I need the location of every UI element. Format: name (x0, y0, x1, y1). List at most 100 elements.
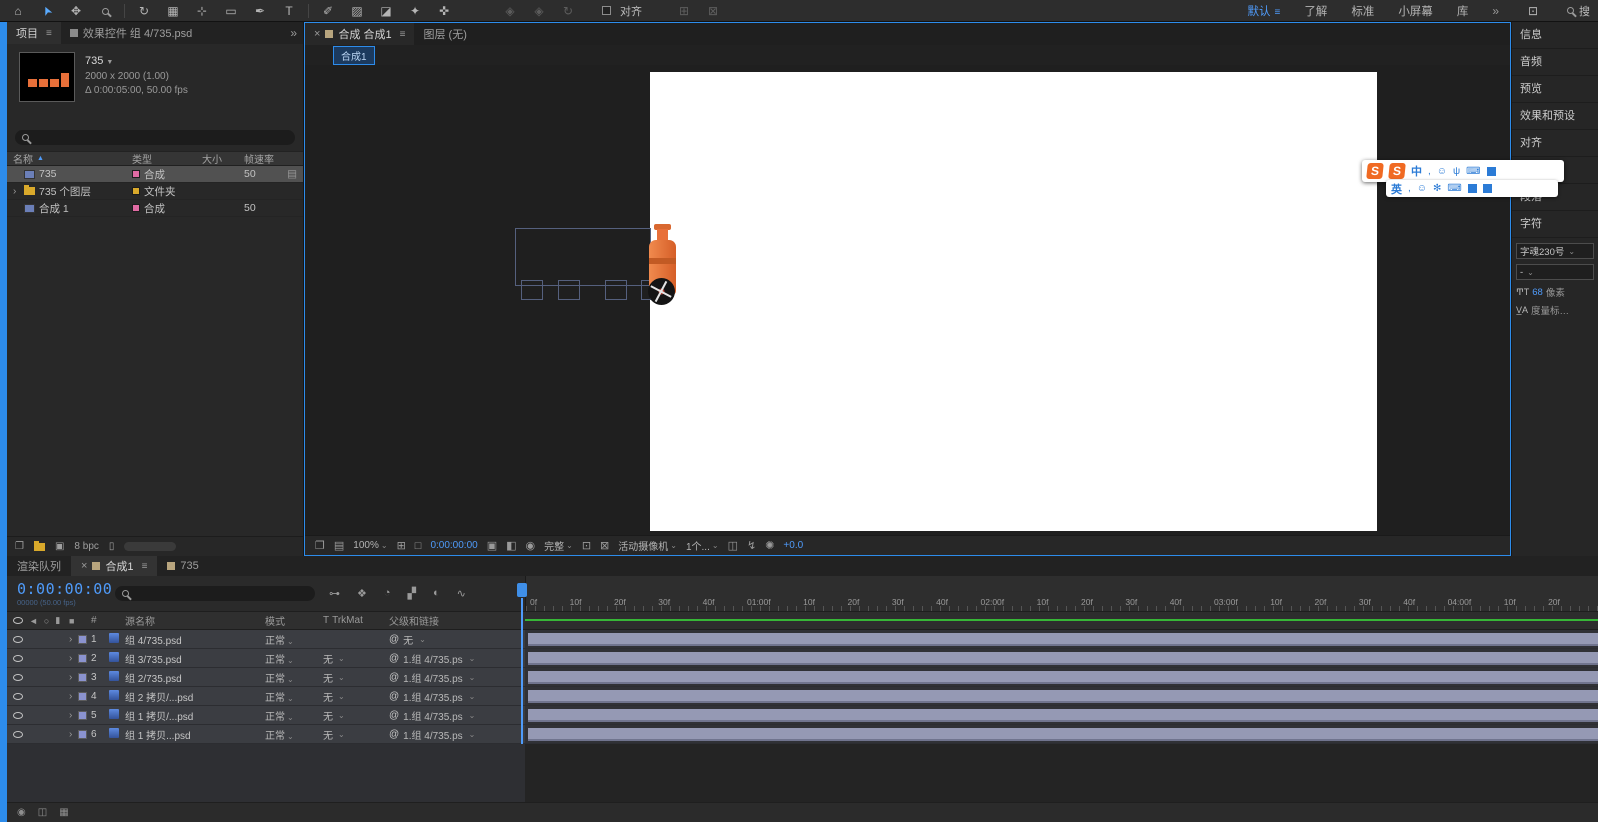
layer-row[interactable]: › 4 组 2 拷贝/...psd 正常⌄ 无⌄ @1.组 4/735.ps⌄ (7, 687, 1598, 706)
eye-toggle[interactable] (13, 693, 23, 700)
home-tool-icon[interactable]: ⌂ (8, 1, 28, 21)
workspace-tab-small-screen[interactable]: 小屏幕 (1398, 3, 1433, 19)
keyboard-icon[interactable]: ⌨ (1466, 166, 1480, 177)
keyboard-icon[interactable]: ⌨ (1447, 183, 1461, 194)
layer-row[interactable]: › 1 组 4/735.psd 正常⌄ @无⌄ (7, 630, 1598, 649)
collapsed-panel-header[interactable]: 预览 (1512, 76, 1598, 103)
train-wireframe-wheelbox[interactable] (558, 280, 580, 300)
layer-track[interactable] (525, 725, 1598, 743)
layer-label-swatch[interactable] (78, 730, 87, 739)
panel-menu-icon[interactable]: ≡ (400, 29, 406, 40)
mode-dropdown[interactable]: 正常⌄ (265, 651, 323, 666)
collapsed-panel-header[interactable]: 对齐 (1512, 130, 1598, 157)
layer-label-swatch[interactable] (78, 654, 87, 663)
layer-duration-bar[interactable] (528, 690, 1598, 703)
tab-project[interactable]: 项目 ≡ (7, 22, 61, 44)
current-time-indicator[interactable] (521, 598, 523, 744)
font-family-dropdown[interactable]: 字魂230号 ⌄ (1516, 243, 1594, 259)
panel-menu-icon[interactable]: ≡ (142, 561, 148, 572)
layer-row[interactable]: › 3 组 2/735.psd 正常⌄ 无⌄ @1.组 4/735.ps⌄ (7, 668, 1598, 687)
pan-behind-tool-icon[interactable]: ⊹ (192, 1, 212, 21)
pickwhip-icon[interactable]: @ (389, 729, 399, 740)
layer-duration-bar[interactable] (528, 652, 1598, 665)
mode-dropdown[interactable]: 正常⌄ (265, 632, 323, 647)
composition-canvas[interactable] (650, 72, 1377, 531)
layer-name[interactable]: 组 4/735.psd (125, 632, 265, 647)
workspace-search[interactable]: 搜 (1567, 3, 1590, 19)
clone-stamp-tool-icon[interactable]: ▨ (347, 1, 367, 21)
timeline-ruler[interactable]: 0f10f20f30f40f01:00f10f20f30f40f02:00f10… (525, 576, 1598, 611)
parent-link-dropdown[interactable]: @1.组 4/735.ps⌄ (389, 689, 525, 704)
column-type[interactable]: 类型 (132, 151, 202, 166)
timeline-search-input[interactable] (115, 586, 315, 601)
train-wireframe-wheelbox[interactable] (521, 280, 543, 300)
show-snapshot-icon[interactable]: ◧ (506, 539, 516, 552)
mode-dropdown[interactable]: 正常⌄ (265, 670, 323, 685)
layer-row[interactable]: › 5 组 1 拷贝/...psd 正常⌄ 无⌄ @1.组 4/735.ps⌄ (7, 706, 1598, 725)
ime-toolbox-icon[interactable] (1487, 167, 1496, 176)
tab-effect-controls[interactable]: 效果控件 组 4/735.psd (61, 22, 201, 44)
layer-name[interactable]: 组 2/735.psd (125, 670, 265, 685)
project-row-735-layers[interactable]: ›735 个图层 文件夹 (7, 183, 303, 200)
tab-overflow-chevron[interactable]: » (290, 26, 303, 40)
new-folder-icon[interactable] (34, 543, 45, 551)
bit-depth-label[interactable]: 8 bpc (74, 541, 98, 552)
workspace-tab-libraries[interactable]: 库 (1457, 3, 1469, 19)
eye-toggle[interactable] (13, 712, 23, 719)
layer-name[interactable]: 组 3/735.psd (125, 651, 265, 666)
current-time-indicator-head[interactable] (517, 583, 527, 597)
pixel-aspect-icon[interactable]: ◫ (728, 539, 738, 552)
mode-column-header[interactable]: 模式 (265, 613, 323, 628)
column-size[interactable]: 大小 (202, 151, 244, 166)
trkmat-dropdown[interactable]: 无⌄ (323, 670, 389, 685)
tab-735-timeline[interactable]: 735 (157, 556, 208, 576)
emoji-icon[interactable]: ☺ (1437, 166, 1447, 177)
expand-arrow-icon[interactable]: › (69, 653, 76, 664)
selection-tool-icon[interactable]: ➤ (37, 1, 57, 21)
pickwhip-icon[interactable]: @ (389, 710, 399, 721)
train-wheel[interactable] (648, 278, 675, 305)
expand-arrow-icon[interactable]: › (69, 710, 76, 721)
workspace-tab-learn[interactable]: 了解 (1304, 3, 1327, 19)
pickwhip-icon[interactable]: @ (389, 672, 399, 683)
collapsed-panel-header[interactable]: 字符 (1512, 211, 1598, 238)
collapsed-panel-header[interactable]: 效果和预设 (1512, 103, 1598, 130)
mode-dropdown[interactable]: 正常⌄ (265, 727, 323, 742)
project-search-input[interactable] (15, 130, 295, 145)
parent-link-dropdown[interactable]: @1.组 4/735.ps⌄ (389, 670, 525, 685)
layer-duration-bar[interactable] (528, 728, 1598, 741)
mode-dropdown[interactable]: 正常⌄ (265, 689, 323, 704)
transparency-grid-icon[interactable]: ⊠ (600, 539, 609, 552)
eye-toggle[interactable] (13, 731, 23, 738)
type-tool-icon[interactable]: T (279, 1, 299, 21)
layer-name[interactable]: 组 1 拷贝...psd (125, 727, 265, 742)
view-layout-dropdown[interactable]: 1个... ⌄ (686, 538, 719, 553)
project-row-735[interactable]: 735 合成 50 ▤ (7, 166, 303, 183)
panel-menu-icon[interactable]: ≡ (46, 28, 52, 39)
ime-toolbox-icon[interactable] (1468, 184, 1477, 193)
column-name[interactable]: 名称 ▲ (7, 151, 132, 166)
toggle-transfer-icon[interactable]: ◫ (38, 807, 47, 818)
snap-checkbox[interactable] (602, 6, 611, 15)
trkmat-dropdown[interactable]: 无⌄ (323, 689, 389, 704)
layer-label-swatch[interactable] (78, 635, 87, 644)
layer-duration-bar[interactable] (528, 633, 1598, 646)
ime-language-toggle[interactable]: 英 (1391, 181, 1402, 197)
camera-tool-icon[interactable]: ▦ (163, 1, 183, 21)
puppet-pin-tool-icon[interactable]: ✜ (434, 1, 454, 21)
panel-grid-icon[interactable]: ⊡ (1523, 1, 1543, 21)
resolution-dropdown[interactable]: 完整 ⌄ (544, 538, 573, 553)
expand-arrow-icon[interactable]: › (69, 691, 76, 702)
new-composition-icon[interactable]: ▣ (55, 541, 64, 552)
sogou-logo-icon[interactable]: S (1388, 163, 1406, 179)
zoom-tool-icon[interactable] (95, 1, 115, 21)
layer-track[interactable] (525, 668, 1598, 686)
channels-icon[interactable]: ◉ (526, 539, 536, 552)
trkmat-column-header[interactable]: TrkMat (332, 615, 363, 626)
pickwhip-icon[interactable]: @ (389, 691, 399, 702)
draft-3d-icon[interactable]: ❖ (357, 587, 367, 600)
close-icon[interactable]: × (81, 560, 87, 572)
eraser-tool-icon[interactable]: ◪ (376, 1, 396, 21)
graph-editor-icon[interactable]: ∿ (457, 587, 466, 600)
parent-link-dropdown[interactable]: @无⌄ (389, 632, 525, 647)
